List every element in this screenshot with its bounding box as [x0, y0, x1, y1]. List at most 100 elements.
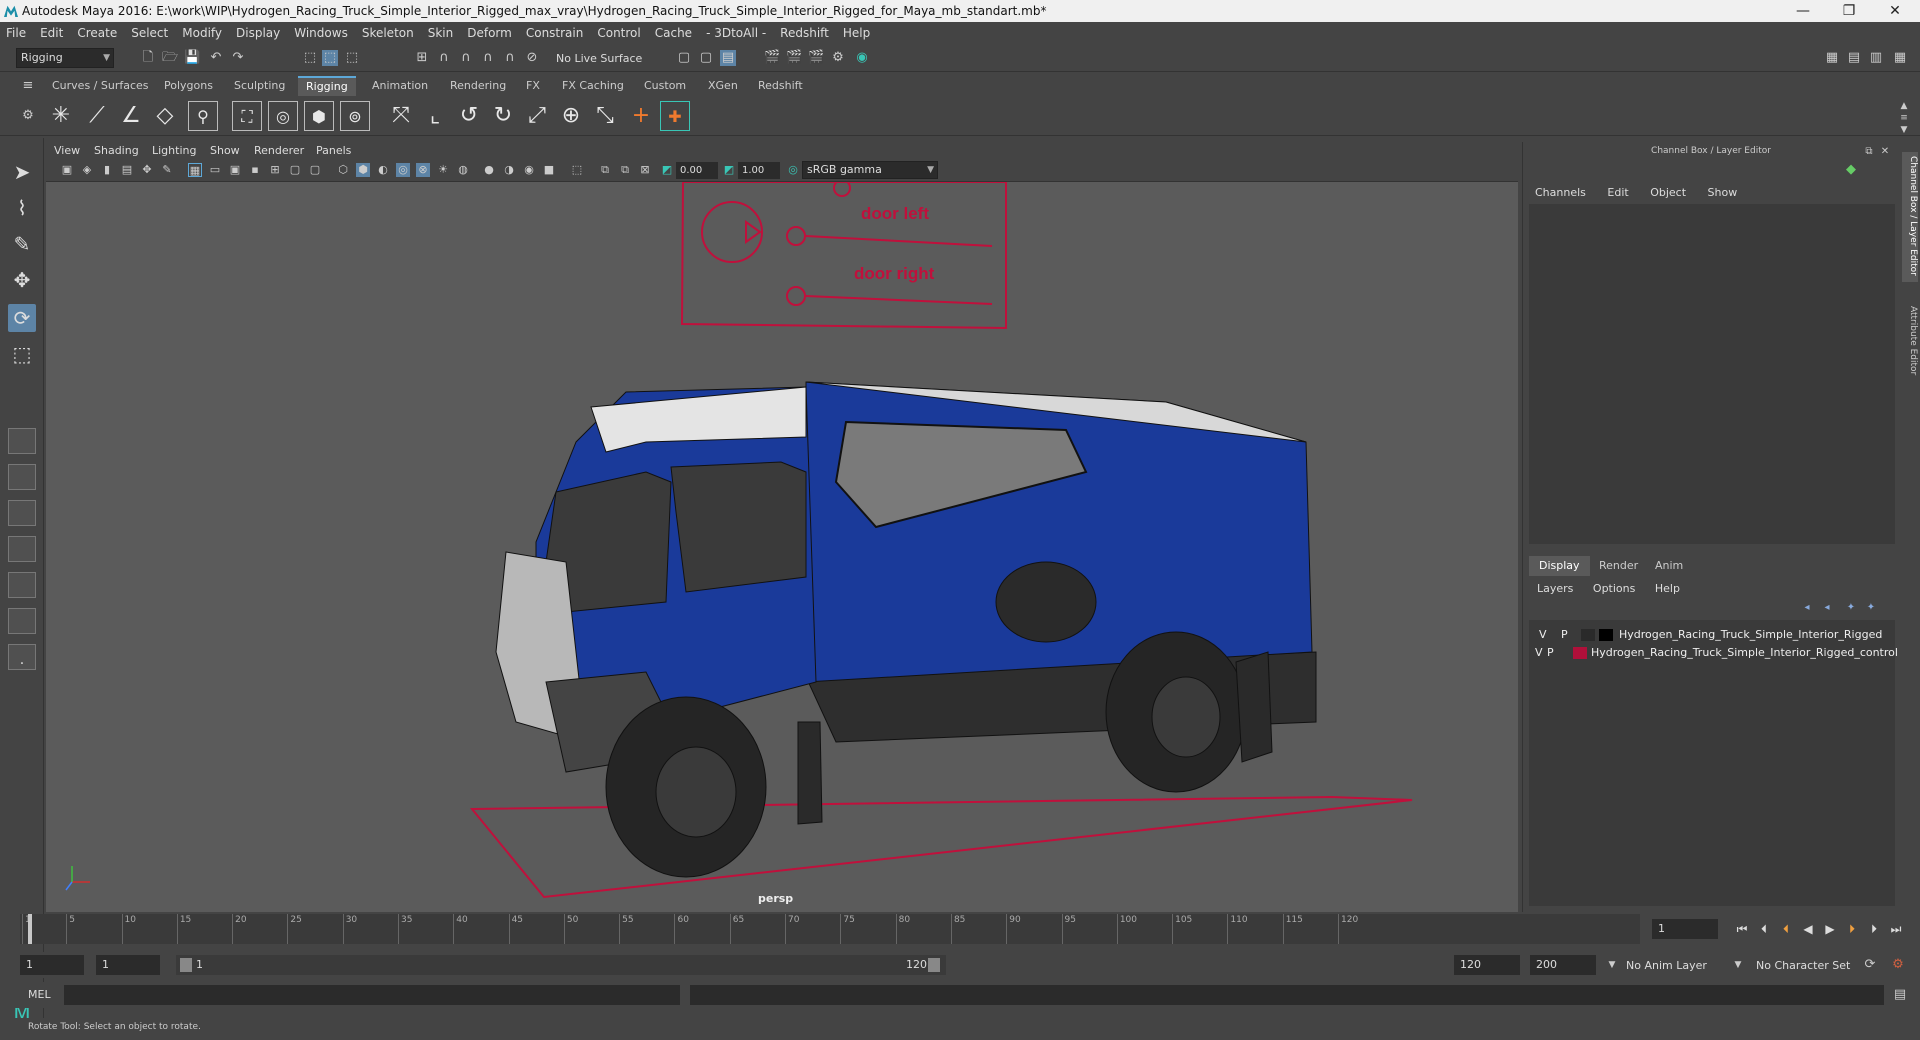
go-to-end-icon[interactable]: ⏭	[1888, 921, 1904, 937]
menu-skin[interactable]: Skin	[428, 26, 454, 40]
channel-box-toggle-icon[interactable]: ◆	[1843, 162, 1859, 178]
history-icon[interactable]: ▢	[698, 50, 714, 66]
menu-control[interactable]: Control	[597, 26, 640, 40]
tab-anim-layers[interactable]: Anim	[1645, 556, 1693, 576]
viewport-menu-shading[interactable]: Shading	[94, 144, 139, 157]
character-set-dropdown[interactable]: No Character Set	[1756, 959, 1850, 972]
menu-3dtoall[interactable]: - 3DtoAll -	[706, 26, 766, 40]
layer-row[interactable]: V P Hydrogen_Racing_Truck_Simple_Interio…	[1529, 644, 1898, 662]
ipr-render-icon[interactable]: 🎬	[808, 50, 824, 66]
anim-layer-dropdown[interactable]: No Anim Layer	[1626, 959, 1707, 972]
save-scene-icon[interactable]: 💾	[184, 50, 200, 66]
new-layer-icon[interactable]: ✦	[1843, 600, 1859, 616]
auto-key-icon[interactable]: ⟳	[1862, 957, 1878, 973]
shelf-scroll-down-icon[interactable]: ▼	[1896, 122, 1912, 138]
menu-set-dropdown[interactable]: Rigging ▼	[16, 48, 114, 68]
grease-pencil-icon[interactable]: ✎	[160, 163, 174, 177]
textured-icon[interactable]: ⊗	[416, 163, 430, 177]
hypershade-layout-icon[interactable]	[8, 572, 36, 598]
playback-start-field[interactable]: 1	[96, 955, 160, 975]
tab-redshift[interactable]: Redshift	[750, 76, 811, 96]
open-scene-icon[interactable]: 🗁	[162, 50, 178, 66]
layer-menu-help[interactable]: Help	[1655, 582, 1680, 595]
step-forward-key-icon[interactable]: ⏵	[1844, 921, 1860, 937]
tab-curves-surfaces[interactable]: Curves / Surfaces	[44, 76, 157, 96]
render-view-icon[interactable]: 🎬	[764, 50, 780, 66]
undo-icon[interactable]: ↶	[208, 50, 224, 66]
restore-button[interactable]: ❐	[1826, 0, 1872, 22]
single-perspective-layout-icon[interactable]	[8, 428, 36, 454]
xray-icon[interactable]: ◎	[396, 163, 410, 177]
render-settings-icon[interactable]: ⚙	[830, 50, 846, 66]
anti-aliasing-icon[interactable]: ◉	[522, 163, 536, 177]
select-tool-icon[interactable]: ➤	[8, 158, 36, 186]
channel-box-menu-object[interactable]: Object	[1650, 186, 1686, 199]
lights-icon[interactable]: ☀	[436, 163, 450, 177]
lattice-icon[interactable]: ⬢	[304, 101, 334, 131]
tab-rendering[interactable]: Rendering	[442, 76, 514, 96]
color-management-icon[interactable]: ◎	[786, 163, 800, 177]
smooth-bind-icon[interactable]: ◎	[268, 101, 298, 131]
grid-toggle-icon[interactable]: ▦	[188, 163, 202, 177]
range-start-handle[interactable]	[180, 958, 192, 972]
tab-xgen[interactable]: XGen	[700, 76, 746, 96]
menu-skeleton[interactable]: Skeleton	[362, 26, 414, 40]
wireframe-on-shaded-icon[interactable]: ◐	[376, 163, 390, 177]
modeling-toolkit-icon[interactable]: ▦	[1824, 50, 1840, 66]
menu-constrain[interactable]: Constrain	[526, 26, 584, 40]
exposure-icon[interactable]: ◩	[660, 163, 674, 177]
menu-cache[interactable]: Cache	[655, 26, 692, 40]
orient-constraint-icon[interactable]: ↺	[454, 101, 484, 131]
select-component-icon[interactable]: ⬚	[344, 50, 360, 66]
more-layouts-icon[interactable]: ·	[8, 650, 36, 678]
viewport-menu-lighting[interactable]: Lighting	[152, 144, 196, 157]
menu-deform[interactable]: Deform	[467, 26, 512, 40]
live-surface-label[interactable]: No Live Surface	[556, 52, 642, 65]
bind-skin-icon[interactable]: ⛶	[232, 101, 262, 131]
ambient-occlusion-icon[interactable]: ●	[482, 163, 496, 177]
step-forward-frame-icon[interactable]: ⏵	[1866, 921, 1882, 937]
channel-box-area[interactable]	[1529, 204, 1895, 544]
layer-playback-toggle[interactable]: P	[1561, 626, 1568, 644]
scale-constraint-icon[interactable]: ⤢	[522, 101, 552, 131]
image-plane-icon[interactable]: ▤	[120, 163, 134, 177]
pole-vector-icon[interactable]: ⊕	[556, 101, 586, 131]
joint-tool-icon[interactable]: ✳	[46, 101, 76, 131]
aim-constraint-icon[interactable]: ↻	[488, 101, 518, 131]
attribute-editor-toggle-icon[interactable]: ▤	[1846, 50, 1862, 66]
field-chart-icon[interactable]: ⊞	[268, 163, 282, 177]
humanik-icon[interactable]: ⚲	[188, 101, 218, 131]
tab-fx-caching[interactable]: FX Caching	[554, 76, 632, 96]
camera-attributes-icon[interactable]: ◈	[80, 163, 94, 177]
layer-color-swatch[interactable]	[1599, 629, 1613, 641]
new-layer-selected-icon[interactable]: ✦	[1863, 600, 1879, 616]
perspective-viewport[interactable]: door left door right persp	[46, 182, 1518, 912]
hypershade-icon[interactable]: ◉	[854, 50, 870, 66]
viewport-menu-panels[interactable]: Panels	[316, 144, 351, 157]
safe-action-icon[interactable]: ▢	[288, 163, 302, 177]
layer-visibility-toggle[interactable]: V	[1539, 626, 1547, 644]
command-input[interactable]	[64, 985, 680, 1005]
snap-curve-icon[interactable]: ∩	[436, 50, 452, 66]
layer-visibility-toggle[interactable]: V	[1535, 644, 1543, 662]
move-layer-up-icon[interactable]: ◂	[1799, 600, 1815, 616]
channel-box-menu-edit[interactable]: Edit	[1607, 186, 1628, 199]
snap-view-plane-icon[interactable]: ∩	[502, 50, 518, 66]
snap-point-icon[interactable]: ∩	[458, 50, 474, 66]
rotate-tool-icon[interactable]: ⟳	[8, 304, 36, 332]
tab-custom[interactable]: Custom	[636, 76, 694, 96]
layer-color-swatch[interactable]	[1573, 647, 1587, 659]
persp-graph-layout-icon[interactable]	[8, 536, 36, 562]
parent-constraint-icon[interactable]: ⤧	[386, 101, 416, 131]
script-editor-icon[interactable]: ▤	[1892, 987, 1908, 1003]
shadows-icon[interactable]: ◍	[456, 163, 470, 177]
resolution-gate-icon[interactable]: ▣	[228, 163, 242, 177]
custom-control-icon[interactable]: ✚	[660, 101, 690, 131]
select-object-icon[interactable]: ⬚	[322, 50, 338, 66]
wireframe-icon[interactable]: ⬡	[336, 163, 350, 177]
tab-fx[interactable]: FX	[518, 76, 548, 96]
paint-select-tool-icon[interactable]: ✎	[8, 230, 36, 258]
film-gate-icon[interactable]: ▭	[208, 163, 222, 177]
tab-display-layers[interactable]: Display	[1529, 556, 1590, 576]
menu-redshift[interactable]: Redshift	[780, 26, 829, 40]
